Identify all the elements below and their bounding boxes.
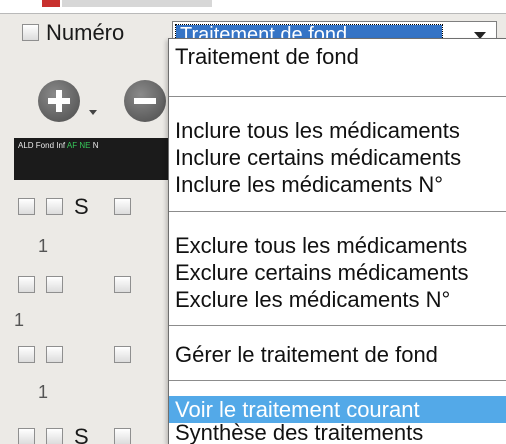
menu-separator: [169, 325, 506, 326]
row-checkbox-b[interactable]: [46, 428, 63, 444]
row-checkbox-c[interactable]: [114, 276, 131, 293]
row-checkbox-a[interactable]: [18, 346, 35, 363]
add-icon[interactable]: [38, 80, 80, 122]
ald-status-bar: ALD Fond Inf AF NE N: [14, 138, 184, 180]
row-number: 1: [14, 310, 25, 330]
menu-item-exclure-tous[interactable]: Exclure tous les médicaments: [169, 232, 506, 259]
row-checkbox-a[interactable]: [18, 276, 35, 293]
menu-item-exclure-certains[interactable]: Exclure certains médicaments: [169, 259, 506, 286]
menu-separator: [169, 211, 506, 212]
numero-checkbox[interactable]: [22, 24, 39, 41]
column-s-label: S: [74, 424, 89, 444]
ald-badge: AF NE: [66, 141, 91, 150]
treatment-dropdown-menu: Traitement de fond Inclure tous les médi…: [168, 38, 506, 444]
menu-item-inclure-numero[interactable]: Inclure les médicaments N°: [169, 171, 506, 198]
row-number: 1: [38, 382, 49, 402]
menu-item-traitement-de-fond[interactable]: Traitement de fond: [169, 43, 506, 70]
row-checkbox-c[interactable]: [114, 428, 131, 444]
row-checkbox-b[interactable]: [46, 276, 63, 293]
row-checkbox-b[interactable]: [46, 346, 63, 363]
row-checkbox-c[interactable]: [114, 198, 131, 215]
top-grey-bar: [62, 0, 212, 7]
column-s-label: S: [74, 194, 89, 219]
row-checkbox-b[interactable]: [46, 198, 63, 215]
menu-separator: [169, 380, 506, 381]
menu-item-exclure-numero[interactable]: Exclure les médicaments N°: [169, 286, 506, 313]
row-number: 1: [38, 236, 49, 256]
top-red-marker: [42, 0, 60, 7]
ald-extra: N: [92, 141, 99, 150]
menu-item-inclure-certains[interactable]: Inclure certains médicaments: [169, 144, 506, 171]
window-top-strip: [0, 0, 506, 14]
menu-item-gerer-traitement[interactable]: Gérer le traitement de fond: [169, 341, 506, 368]
numero-label: Numéro: [46, 20, 125, 45]
add-dropdown-arrow-icon[interactable]: [89, 110, 97, 115]
remove-icon[interactable]: [124, 80, 166, 122]
ald-text: ALD Fond Inf: [18, 141, 66, 150]
menu-separator: [169, 96, 506, 97]
row-checkbox-a[interactable]: [18, 198, 35, 215]
menu-item-synthese-traitements[interactable]: Synthèse des traitements: [169, 419, 506, 444]
row-checkbox-c[interactable]: [114, 346, 131, 363]
menu-item-inclure-tous[interactable]: Inclure tous les médicaments: [169, 117, 506, 144]
row-checkbox-a[interactable]: [18, 428, 35, 444]
